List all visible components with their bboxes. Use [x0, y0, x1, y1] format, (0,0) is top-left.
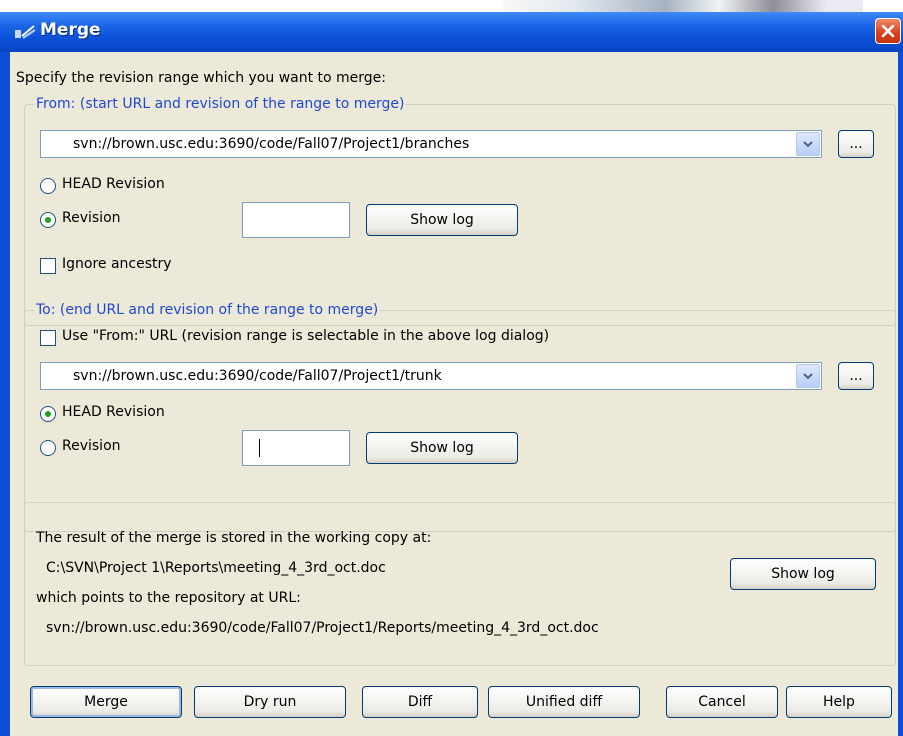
to-url-combobox[interactable]: svn://brown.usc.edu:3690/code/Fall07/Pro… — [40, 362, 822, 390]
merge-button[interactable]: Merge — [30, 686, 182, 718]
diff-button[interactable]: Diff — [362, 686, 478, 718]
close-icon — [881, 24, 895, 38]
use-from-url-checkbox[interactable] — [40, 330, 56, 346]
ignore-ancestry-checkbox[interactable] — [40, 258, 56, 274]
to-url-dropdown-button[interactable] — [796, 364, 820, 388]
merge-dialog: Merge Specify the revision range which y… — [0, 0, 903, 736]
background-strip — [0, 0, 903, 12]
cancel-button[interactable]: Cancel — [666, 686, 778, 718]
from-group-title: From: (start URL and revision of the ran… — [34, 96, 407, 112]
intro-text: Specify the revision range which you wan… — [16, 70, 387, 86]
dialog-body: Specify the revision range which you wan… — [10, 52, 898, 736]
to-show-log-button[interactable]: Show log — [366, 432, 518, 464]
to-head-revision-radio[interactable] — [40, 406, 56, 422]
chevron-down-icon — [803, 373, 813, 380]
to-url-value: svn://brown.usc.edu:3690/code/Fall07/Pro… — [73, 368, 442, 384]
from-revision-label: Revision — [62, 210, 121, 226]
to-revision-input[interactable] — [242, 430, 350, 466]
chevron-down-icon — [803, 141, 813, 148]
from-show-log-button[interactable]: Show log — [366, 204, 518, 236]
unified-diff-button[interactable]: Unified diff — [488, 686, 640, 718]
result-working-copy-text: The result of the merge is stored in the… — [36, 530, 432, 546]
from-head-revision-radio[interactable] — [40, 178, 56, 194]
text-caret — [259, 439, 260, 457]
to-revision-radio[interactable] — [40, 440, 56, 456]
use-from-url-label: Use "From:" URL (revision range is selec… — [62, 328, 550, 344]
to-group-title: To: (end URL and revision of the range t… — [34, 302, 381, 318]
from-url-combobox[interactable]: svn://brown.usc.edu:3690/code/Fall07/Pro… — [40, 130, 822, 158]
result-repository-text: which points to the repository at URL: — [36, 590, 301, 606]
title-bar[interactable]: Merge — [0, 12, 903, 52]
window-title: Merge — [40, 20, 101, 40]
tortoisesvn-app-icon — [15, 25, 36, 39]
ignore-ancestry-label: Ignore ancestry — [62, 256, 172, 272]
result-repository-url: svn://brown.usc.edu:3690/code/Fall07/Pro… — [46, 620, 599, 636]
to-browse-button[interactable]: ... — [838, 362, 874, 390]
help-button[interactable]: Help — [786, 686, 892, 718]
result-working-copy-path: C:\SVN\Project 1\Reports\meeting_4_3rd_o… — [46, 560, 386, 576]
to-revision-label: Revision — [62, 438, 121, 454]
from-browse-button[interactable]: ... — [838, 130, 874, 158]
close-button[interactable] — [875, 18, 901, 44]
from-head-revision-label: HEAD Revision — [62, 176, 165, 192]
from-revision-input[interactable] — [242, 202, 350, 238]
result-show-log-button[interactable]: Show log — [730, 558, 876, 590]
background-clutter — [503, 0, 863, 12]
from-url-dropdown-button[interactable] — [796, 132, 820, 156]
from-url-value: svn://brown.usc.edu:3690/code/Fall07/Pro… — [73, 136, 470, 152]
from-revision-radio[interactable] — [40, 212, 56, 228]
dry-run-button[interactable]: Dry run — [194, 686, 346, 718]
to-head-revision-label: HEAD Revision — [62, 404, 165, 420]
